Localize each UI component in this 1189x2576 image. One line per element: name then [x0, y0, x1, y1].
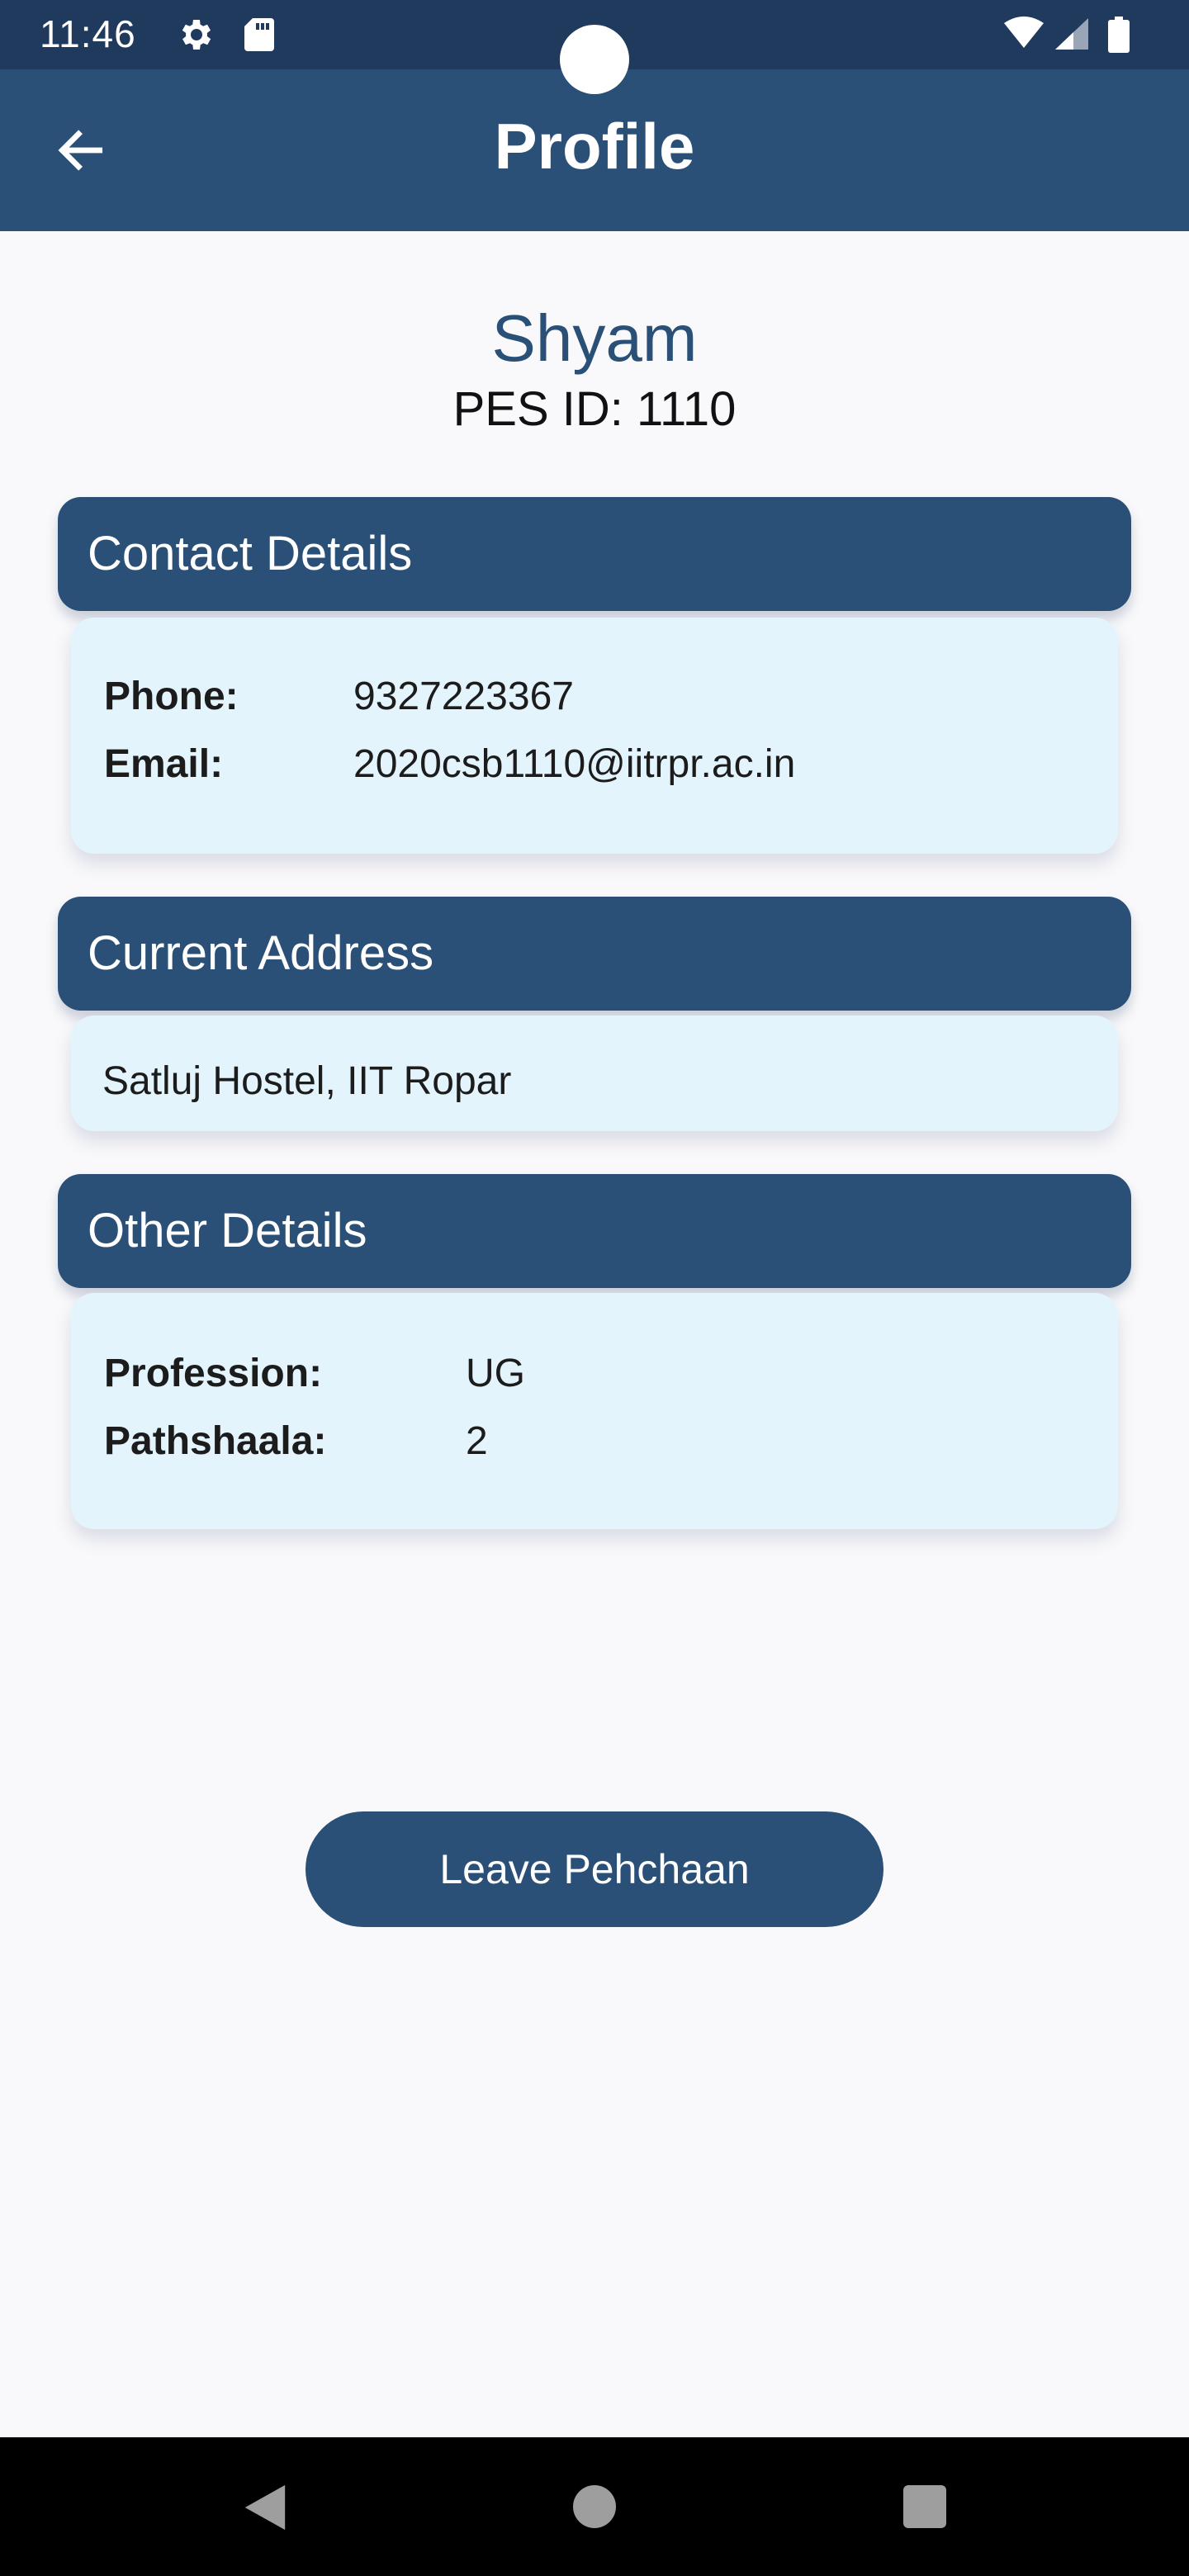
email-label: Email: — [104, 742, 224, 786]
pathshaala-label: Pathshaala: — [104, 1419, 327, 1463]
other-details-header: Other Details — [58, 1174, 1131, 1288]
page-title: Profile — [494, 110, 695, 182]
pes-id: PES ID: 1110 — [0, 381, 1189, 437]
pathshaala-value: 2 — [466, 1419, 488, 1463]
current-address-card: Satluj Hostel, IIT Ropar — [71, 1016, 1118, 1131]
contact-details-header: Contact Details — [58, 497, 1131, 611]
nav-recents-icon[interactable] — [903, 2485, 946, 2528]
system-nav-bar — [0, 2437, 1189, 2576]
address-value: Satluj Hostel, IIT Ropar — [102, 1059, 512, 1103]
status-time: 11:46 — [40, 12, 136, 55]
profession-label: Profession: — [104, 1352, 323, 1395]
email-value: 2020csb1110@iitrpr.ac.in — [353, 742, 796, 786]
nav-home-icon[interactable] — [573, 2485, 616, 2528]
current-address-header: Current Address — [58, 897, 1131, 1011]
phone-value: 9327223367 — [353, 675, 574, 718]
status-icons — [1004, 17, 1130, 53]
phone-label: Phone: — [104, 675, 239, 718]
battery-icon — [1108, 17, 1130, 53]
contact-details-card: Phone: 9327223367 Email: 2020csb1110@iit… — [71, 618, 1118, 854]
sd-card-icon — [244, 18, 274, 51]
nav-back-icon[interactable] — [239, 2482, 289, 2533]
gear-icon — [182, 20, 211, 50]
other-details-card: Profession: UG Pathshaala: 2 — [71, 1293, 1118, 1529]
pes-id-label: PES ID: — [452, 382, 623, 436]
profile-name: Shyam — [491, 301, 698, 375]
leave-pehchaan-button[interactable]: Leave Pehchaan — [306, 1811, 883, 1927]
pes-id-value: 1110 — [637, 382, 737, 436]
camera-cutout — [560, 25, 629, 94]
profession-value: UG — [466, 1352, 525, 1395]
wifi-icon — [1004, 17, 1044, 48]
signal-icon — [1055, 18, 1088, 50]
